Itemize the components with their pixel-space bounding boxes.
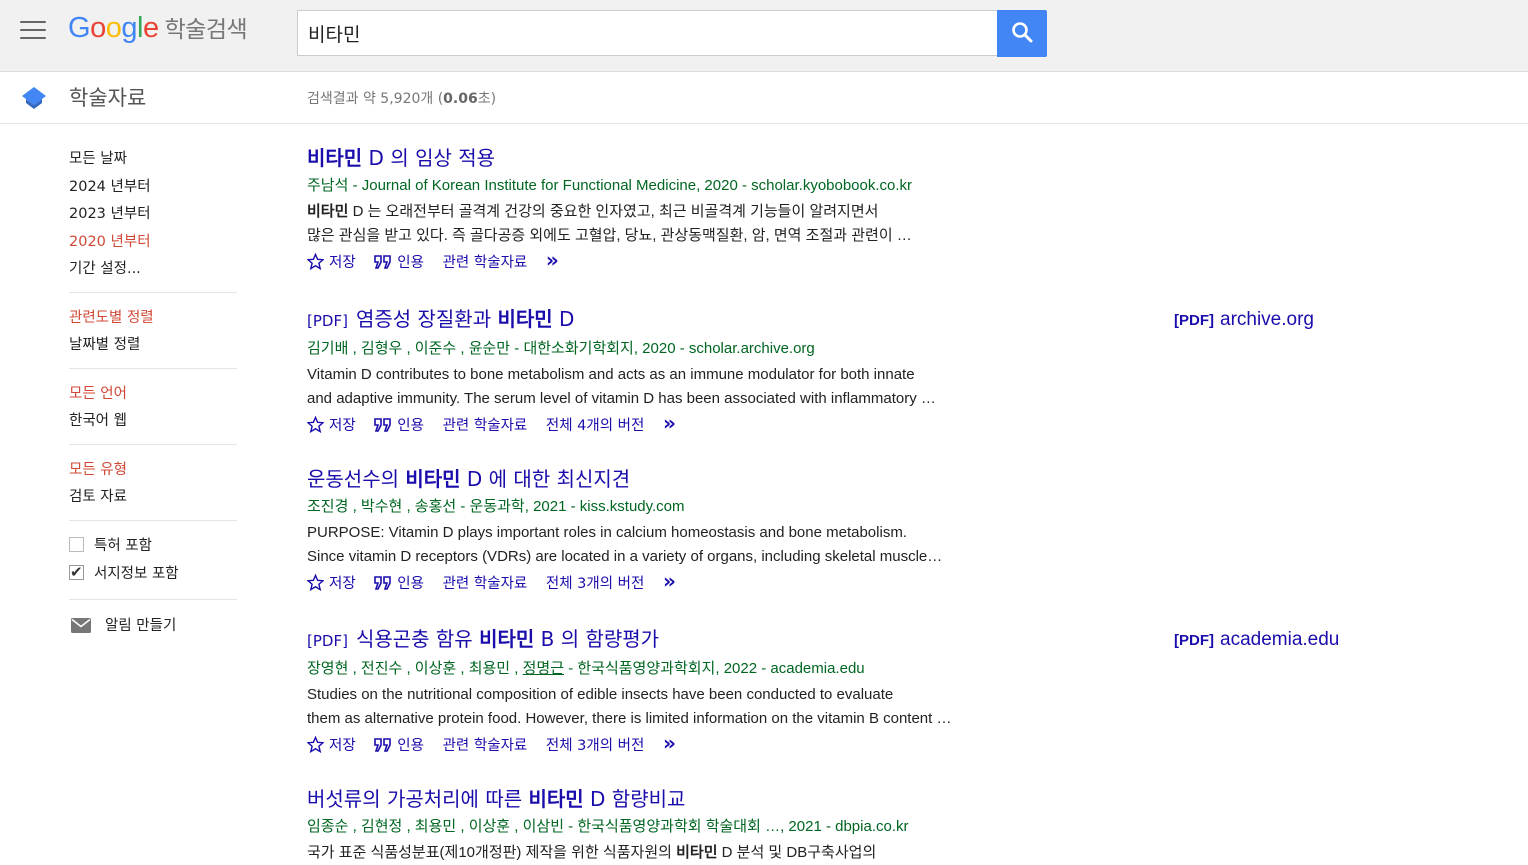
top-header: Google 학술검색 (0, 0, 1528, 72)
filter-since-2023[interactable]: 2023 년부터 (69, 203, 237, 231)
result-title-link[interactable]: 비타민 D 의 임상 적용 (307, 145, 1027, 171)
result-title-link[interactable]: [PDF] 식용곤충 함유 비타민 B 의 함량평가 (307, 626, 1027, 654)
graduation-cap-icon (22, 87, 46, 109)
divider (69, 443, 237, 445)
cite-button[interactable]: 인용 (374, 255, 424, 271)
filter-since-2024[interactable]: 2024 년부터 (69, 176, 237, 204)
include-citations-checkbox[interactable]: 서지정보 포함 (69, 561, 237, 591)
filter-any-time[interactable]: 모든 날짜 (69, 148, 237, 176)
quote-icon (374, 255, 392, 269)
more-options-icon[interactable]: » (663, 731, 676, 755)
save-button[interactable]: 저장 (306, 573, 356, 592)
search-result: [PDF] 식용곤충 함유 비타민 B 의 함량평가 장영현 , 전진수 , 이상… (306, 626, 1027, 757)
filter-since-2020[interactable]: 2020 년부터 (69, 231, 237, 259)
more-options-icon[interactable]: » (663, 411, 676, 435)
result-authors: 주남석 - Journal of Korean Institute for Fu… (307, 177, 913, 194)
star-icon (306, 252, 325, 271)
related-articles-link[interactable]: 관련 학술자료 (443, 576, 528, 592)
cite-button[interactable]: 인용 (374, 738, 424, 754)
result-actions: 저장 인용 관련 학술자료 » (306, 248, 1027, 274)
result-actions: 저장 인용 관련 학술자료 전체 3개의 버전 » (306, 731, 1027, 757)
related-articles-link[interactable]: 관련 학술자료 (443, 738, 528, 754)
more-options-icon[interactable]: » (546, 248, 559, 272)
result-authors: 임종순 , 김현정 , 최용민 , 이상훈 , 이삼빈 - 한국식품영양과학회 … (307, 818, 909, 835)
star-icon (306, 735, 325, 754)
cite-button[interactable]: 인용 (374, 576, 424, 592)
search-result: [PDF] 염증성 장질환과 비타민 D 김기배 , 김형우 , 이준수 , 윤순… (306, 306, 1027, 437)
checkbox-checked[interactable] (69, 561, 84, 583)
save-button[interactable]: 저장 (306, 415, 356, 434)
related-articles-link[interactable]: 관련 학술자료 (443, 255, 528, 271)
filter-sidebar: 모든 날짜 2024 년부터 2023 년부터 2020 년부터 기간 설정..… (69, 148, 237, 635)
sort-by-relevance[interactable]: 관련도별 정렬 (69, 307, 237, 335)
pdf-link[interactable]: [PDF] academia.edu (1174, 629, 1339, 651)
quote-icon (374, 576, 392, 590)
search-box (297, 10, 997, 56)
save-button[interactable]: 저장 (306, 735, 356, 754)
save-button[interactable]: 저장 (306, 252, 356, 271)
include-patents-checkbox[interactable]: 특허 포함 (69, 535, 237, 563)
search-icon (1012, 22, 1033, 43)
author-profile-link[interactable]: 정명근 (523, 660, 564, 677)
results-subbar: 학술자료 검색결과 약 5,920개 (0.06초) (0, 72, 1528, 124)
all-versions-link[interactable]: 전체 3개의 버전 (546, 576, 644, 592)
quote-icon (374, 738, 392, 752)
hamburger-menu-icon[interactable] (20, 21, 46, 41)
all-versions-link[interactable]: 전체 4개의 버전 (546, 418, 644, 434)
result-authors: 장영현 , 전진수 , 이상훈 , 최용민 , 정명근 - 한국식품영양과학회지… (307, 660, 865, 677)
result-authors: 조진경 , 박수현 , 송홍선 - 운동과학, 2021 - kiss.kstu… (307, 498, 685, 515)
quote-icon (374, 418, 392, 432)
filter-custom-range[interactable]: 기간 설정... (69, 258, 237, 286)
result-actions: 저장 인용 관련 학술자료 전체 3개의 버전 » (306, 569, 1027, 595)
result-title-link[interactable]: [PDF] 염증성 장질환과 비타민 D (307, 306, 1027, 334)
result-actions: 저장 인용 관련 학술자료 전체 4개의 버전 » (306, 411, 1027, 437)
result-snippet: 비타민 D 는 오래전부터 골격계 건강의 중요한 인자였고, 최근 비골격계 … (307, 203, 912, 244)
related-articles-link[interactable]: 관련 학술자료 (443, 418, 528, 434)
star-icon (306, 415, 325, 434)
search-result: 비타민 D 의 임상 적용 주남석 - Journal of Korean In… (306, 145, 1027, 274)
search-result: 버섯류의 가공처리에 따른 비타민 D 함량비교 임종순 , 김현정 , 최용민… (307, 786, 1027, 865)
google-scholar-logo[interactable]: Google 학술검색 (68, 10, 248, 48)
search-input[interactable] (298, 11, 978, 55)
filter-korean-web[interactable]: 한국어 웹 (69, 410, 237, 438)
cite-button[interactable]: 인용 (374, 418, 424, 434)
create-alert-button[interactable]: 알림 만들기 (69, 614, 237, 635)
result-title-link[interactable]: 운동선수의 비타민 D 에 대한 최신지견 (307, 466, 1027, 492)
divider (69, 519, 237, 521)
pdf-link[interactable]: [PDF] archive.org (1174, 309, 1314, 331)
sort-by-date[interactable]: 날짜별 정렬 (69, 334, 237, 362)
checkbox-unchecked[interactable] (69, 536, 84, 552)
divider (69, 291, 237, 293)
more-options-icon[interactable]: » (663, 569, 676, 593)
result-count: 검색결과 약 5,920개 (0.06초) (307, 91, 497, 107)
result-snippet: Vitamin D contributes to bone metabolism… (307, 366, 936, 407)
result-authors: 김기배 , 김형우 , 이준수 , 윤순만 - 대한소화기학회지, 2020 -… (307, 340, 815, 357)
envelope-icon (71, 617, 91, 633)
star-icon (306, 573, 325, 592)
all-versions-link[interactable]: 전체 3개의 버전 (546, 738, 644, 754)
result-snippet: PURPOSE: Vitamin D plays important roles… (307, 524, 943, 565)
section-title[interactable]: 학술자료 (69, 82, 146, 112)
result-snippet: 국가 표준 식품성분표(제10개정판) 제작을 위한 식품자원의 비타민 D 분… (307, 844, 877, 861)
search-result: 운동선수의 비타민 D 에 대한 최신지견 조진경 , 박수현 , 송홍선 - … (306, 466, 1027, 595)
filter-any-type[interactable]: 모든 유형 (69, 459, 237, 487)
divider (69, 367, 237, 369)
result-snippet: Studies on the nutritional composition o… (307, 686, 952, 727)
result-title-link[interactable]: 버섯류의 가공처리에 따른 비타민 D 함량비교 (307, 786, 1027, 812)
divider (69, 598, 237, 600)
filter-review-articles[interactable]: 검토 자료 (69, 486, 237, 514)
search-button[interactable] (997, 10, 1047, 57)
filter-any-language[interactable]: 모든 언어 (69, 383, 237, 411)
